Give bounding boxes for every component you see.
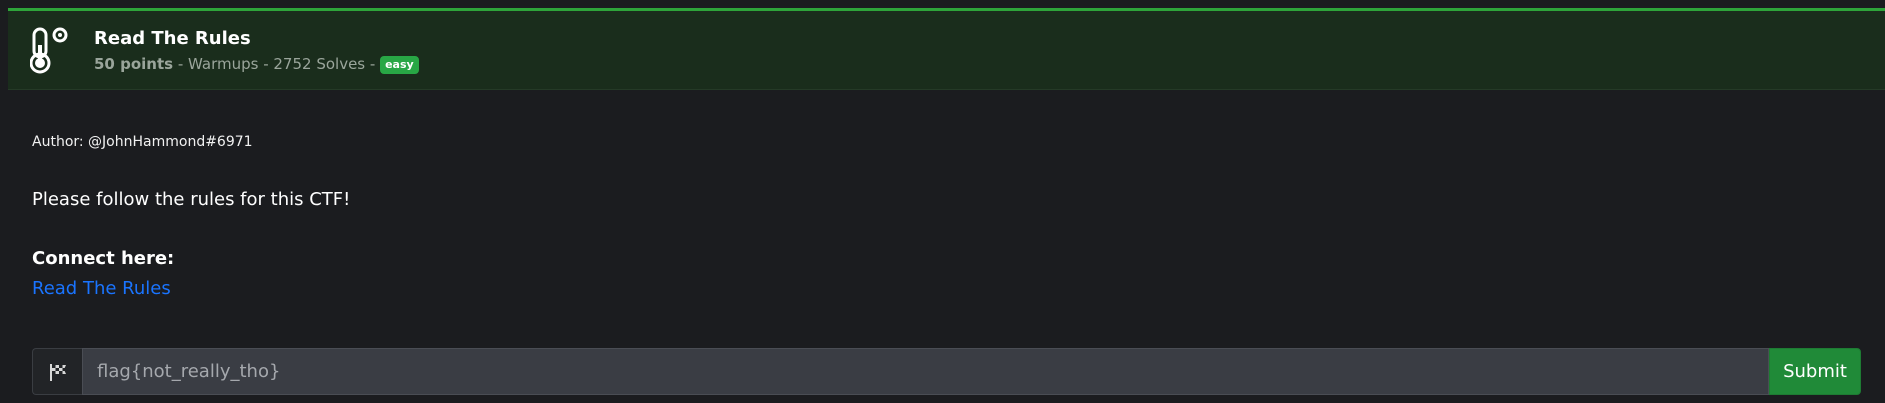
challenge-card: Read The Rules 50 points - Warmups - 275… xyxy=(8,8,1885,403)
challenge-points: 50 points xyxy=(94,55,174,73)
challenge-meta: 50 points - Warmups - 2752 Solves - easy xyxy=(94,55,419,74)
thermometer-icon xyxy=(29,25,82,77)
challenge-author: Author: @JohnHammond#6971 xyxy=(32,134,253,150)
challenge-title: Read The Rules xyxy=(94,28,251,49)
submit-button[interactable]: Submit xyxy=(1769,348,1861,395)
challenge-description: Please follow the rules for this CTF! xyxy=(32,189,351,210)
flag-form: Submit xyxy=(32,348,1861,395)
challenge-header: Read The Rules 50 points - Warmups - 275… xyxy=(8,11,1885,90)
connect-label: Connect here: xyxy=(32,248,175,269)
difficulty-badge: easy xyxy=(380,56,419,74)
checkered-flag-icon xyxy=(32,348,82,395)
connect-link[interactable]: Read The Rules xyxy=(32,277,171,301)
flag-input[interactable] xyxy=(82,348,1769,395)
challenge-category-solves: - Warmups - 2752 Solves - xyxy=(173,55,381,73)
